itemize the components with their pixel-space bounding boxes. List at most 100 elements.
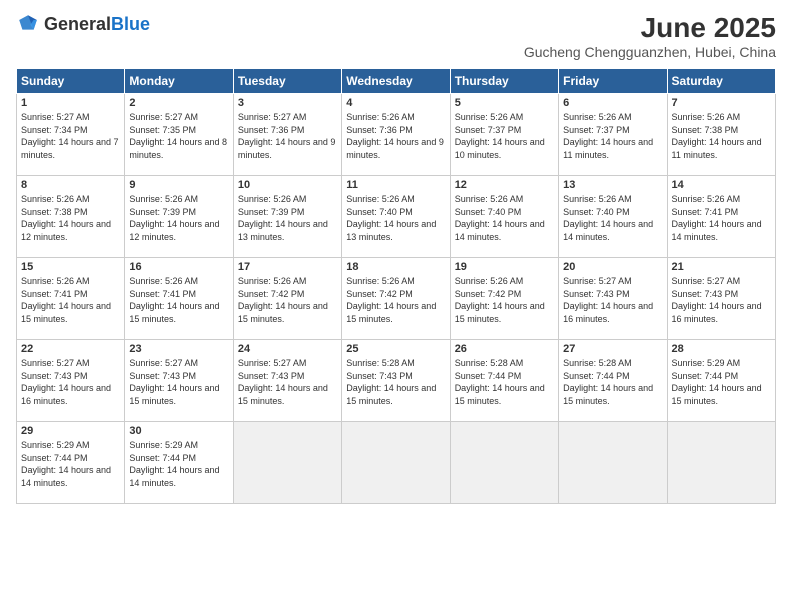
logo-text: GeneralBlue [44,14,150,35]
table-row [559,422,667,504]
day-number: 1 [21,97,120,109]
day-number: 22 [21,343,120,355]
cell-info: Sunrise: 5:29 AMSunset: 7:44 PMDaylight:… [129,439,228,489]
day-number: 29 [21,425,120,437]
table-row: 20Sunrise: 5:27 AMSunset: 7:43 PMDayligh… [559,258,667,340]
day-number: 20 [563,261,662,273]
table-row: 1 Sunrise: 5:27 AMSunset: 7:34 PMDaylight… [17,94,125,176]
table-row: 10 Sunrise: 5:26 AMSunset: 7:39 PMDayligh… [233,176,341,258]
day-number: 4 [346,97,445,109]
table-row: 13Sunrise: 5:26 AMSunset: 7:40 PMDayligh… [559,176,667,258]
table-row: 16Sunrise: 5:26 AMSunset: 7:41 PMDayligh… [125,258,233,340]
day-number: 27 [563,343,662,355]
cell-info: Sunrise: 5:26 AMSunset: 7:39 PMDaylight:… [129,193,228,243]
logo: GeneralBlue [16,12,150,36]
day-number: 10 [238,179,337,191]
cell-info: Sunrise: 5:26 AMSunset: 7:42 PMDaylight:… [455,275,554,325]
cell-info: Sunrise: 5:26 AMSunset: 7:39 PMDaylight:… [238,193,337,243]
table-row: 26Sunrise: 5:28 AMSunset: 7:44 PMDayligh… [450,340,558,422]
cell-info: Sunrise: 5:29 AMSunset: 7:44 PMDaylight:… [672,357,771,407]
day-number: 3 [238,97,337,109]
table-row: 2 Sunrise: 5:27 AMSunset: 7:35 PMDaylight… [125,94,233,176]
col-thursday: Thursday [450,69,558,94]
calendar-week-row: 22 Sunrise: 5:27 AMSunset: 7:43 PMDayligh… [17,340,776,422]
col-tuesday: Tuesday [233,69,341,94]
day-number: 19 [455,261,554,273]
day-number: 15 [21,261,120,273]
cell-info: Sunrise: 5:27 AMSunset: 7:35 PMDaylight:… [129,111,228,161]
cell-info: Sunrise: 5:27 AMSunset: 7:36 PMDaylight:… [238,111,337,161]
table-row: 6 Sunrise: 5:26 AMSunset: 7:37 PMDaylight… [559,94,667,176]
table-row [667,422,775,504]
cell-info: Sunrise: 5:28 AMSunset: 7:44 PMDaylight:… [563,357,662,407]
cell-info: Sunrise: 5:27 AMSunset: 7:43 PMDaylight:… [238,357,337,407]
table-row: 5 Sunrise: 5:26 AMSunset: 7:37 PMDaylight… [450,94,558,176]
table-row: 12Sunrise: 5:26 AMSunset: 7:40 PMDayligh… [450,176,558,258]
col-monday: Monday [125,69,233,94]
table-row: 7 Sunrise: 5:26 AMSunset: 7:38 PMDaylight… [667,94,775,176]
table-row: 14Sunrise: 5:26 AMSunset: 7:41 PMDayligh… [667,176,775,258]
day-number: 6 [563,97,662,109]
table-row: 21 Sunrise: 5:27 AMSunset: 7:43 PMDayligh… [667,258,775,340]
table-row: 28 Sunrise: 5:29 AMSunset: 7:44 PMDayligh… [667,340,775,422]
day-number: 5 [455,97,554,109]
day-number: 24 [238,343,337,355]
table-row: 11 Sunrise: 5:26 AMSunset: 7:40 PMDayligh… [342,176,450,258]
cell-info: Sunrise: 5:26 AMSunset: 7:38 PMDaylight:… [21,193,120,243]
col-wednesday: Wednesday [342,69,450,94]
day-number: 8 [21,179,120,191]
table-row: 25 Sunrise: 5:28 AMSunset: 7:43 PMDayligh… [342,340,450,422]
day-number: 7 [672,97,771,109]
cell-info: Sunrise: 5:26 AMSunset: 7:38 PMDaylight:… [672,111,771,161]
day-number: 18 [346,261,445,273]
logo-icon [16,12,40,36]
table-row [450,422,558,504]
location-title: Gucheng Chengguanzhen, Hubei, China [524,44,776,60]
day-number: 16 [129,261,228,273]
calendar-week-row: 1 Sunrise: 5:27 AMSunset: 7:34 PMDaylight… [17,94,776,176]
cell-info: Sunrise: 5:26 AMSunset: 7:42 PMDaylight:… [346,275,445,325]
table-row: 30 Sunrise: 5:29 AMSunset: 7:44 PMDayligh… [125,422,233,504]
cell-info: Sunrise: 5:26 AMSunset: 7:40 PMDaylight:… [455,193,554,243]
table-row: 22 Sunrise: 5:27 AMSunset: 7:43 PMDayligh… [17,340,125,422]
day-number: 28 [672,343,771,355]
day-number: 17 [238,261,337,273]
page-container: GeneralBlue June 2025 Gucheng Chengguanz… [0,0,792,612]
table-row: 3 Sunrise: 5:27 AMSunset: 7:36 PMDaylight… [233,94,341,176]
table-row: 17 Sunrise: 5:26 AMSunset: 7:42 PMDayligh… [233,258,341,340]
cell-info: Sunrise: 5:26 AMSunset: 7:37 PMDaylight:… [455,111,554,161]
cell-info: Sunrise: 5:27 AMSunset: 7:43 PMDaylight:… [129,357,228,407]
col-sunday: Sunday [17,69,125,94]
table-row: 18 Sunrise: 5:26 AMSunset: 7:42 PMDayligh… [342,258,450,340]
month-title: June 2025 [524,12,776,44]
day-number: 25 [346,343,445,355]
cell-info: Sunrise: 5:26 AMSunset: 7:37 PMDaylight:… [563,111,662,161]
col-friday: Friday [559,69,667,94]
day-number: 11 [346,179,445,191]
cell-info: Sunrise: 5:26 AMSunset: 7:41 PMDaylight:… [672,193,771,243]
cell-info: Sunrise: 5:26 AMSunset: 7:36 PMDaylight:… [346,111,445,161]
table-row [233,422,341,504]
title-block: June 2025 Gucheng Chengguanzhen, Hubei, … [524,12,776,60]
table-row: 27 Sunrise: 5:28 AMSunset: 7:44 PMDayligh… [559,340,667,422]
table-row: 24 Sunrise: 5:27 AMSunset: 7:43 PMDayligh… [233,340,341,422]
day-number: 21 [672,261,771,273]
cell-info: Sunrise: 5:27 AMSunset: 7:43 PMDaylight:… [21,357,120,407]
day-number: 9 [129,179,228,191]
day-number: 23 [129,343,228,355]
cell-info: Sunrise: 5:26 AMSunset: 7:41 PMDaylight:… [21,275,120,325]
day-number: 2 [129,97,228,109]
cell-info: Sunrise: 5:27 AMSunset: 7:43 PMDaylight:… [672,275,771,325]
header: GeneralBlue June 2025 Gucheng Chengguanz… [16,12,776,60]
calendar-week-row: 15 Sunrise: 5:26 AMSunset: 7:41 PMDayligh… [17,258,776,340]
table-row: 29Sunrise: 5:29 AMSunset: 7:44 PMDayligh… [17,422,125,504]
table-row [342,422,450,504]
cell-info: Sunrise: 5:26 AMSunset: 7:40 PMDaylight:… [346,193,445,243]
table-row: 19 Sunrise: 5:26 AMSunset: 7:42 PMDayligh… [450,258,558,340]
cell-info: Sunrise: 5:26 AMSunset: 7:42 PMDaylight:… [238,275,337,325]
cell-info: Sunrise: 5:28 AMSunset: 7:43 PMDaylight:… [346,357,445,407]
table-row: 23 Sunrise: 5:27 AMSunset: 7:43 PMDayligh… [125,340,233,422]
day-number: 30 [129,425,228,437]
cell-info: Sunrise: 5:27 AMSunset: 7:34 PMDaylight:… [21,111,120,161]
calendar-week-row: 8 Sunrise: 5:26 AMSunset: 7:38 PMDaylight… [17,176,776,258]
